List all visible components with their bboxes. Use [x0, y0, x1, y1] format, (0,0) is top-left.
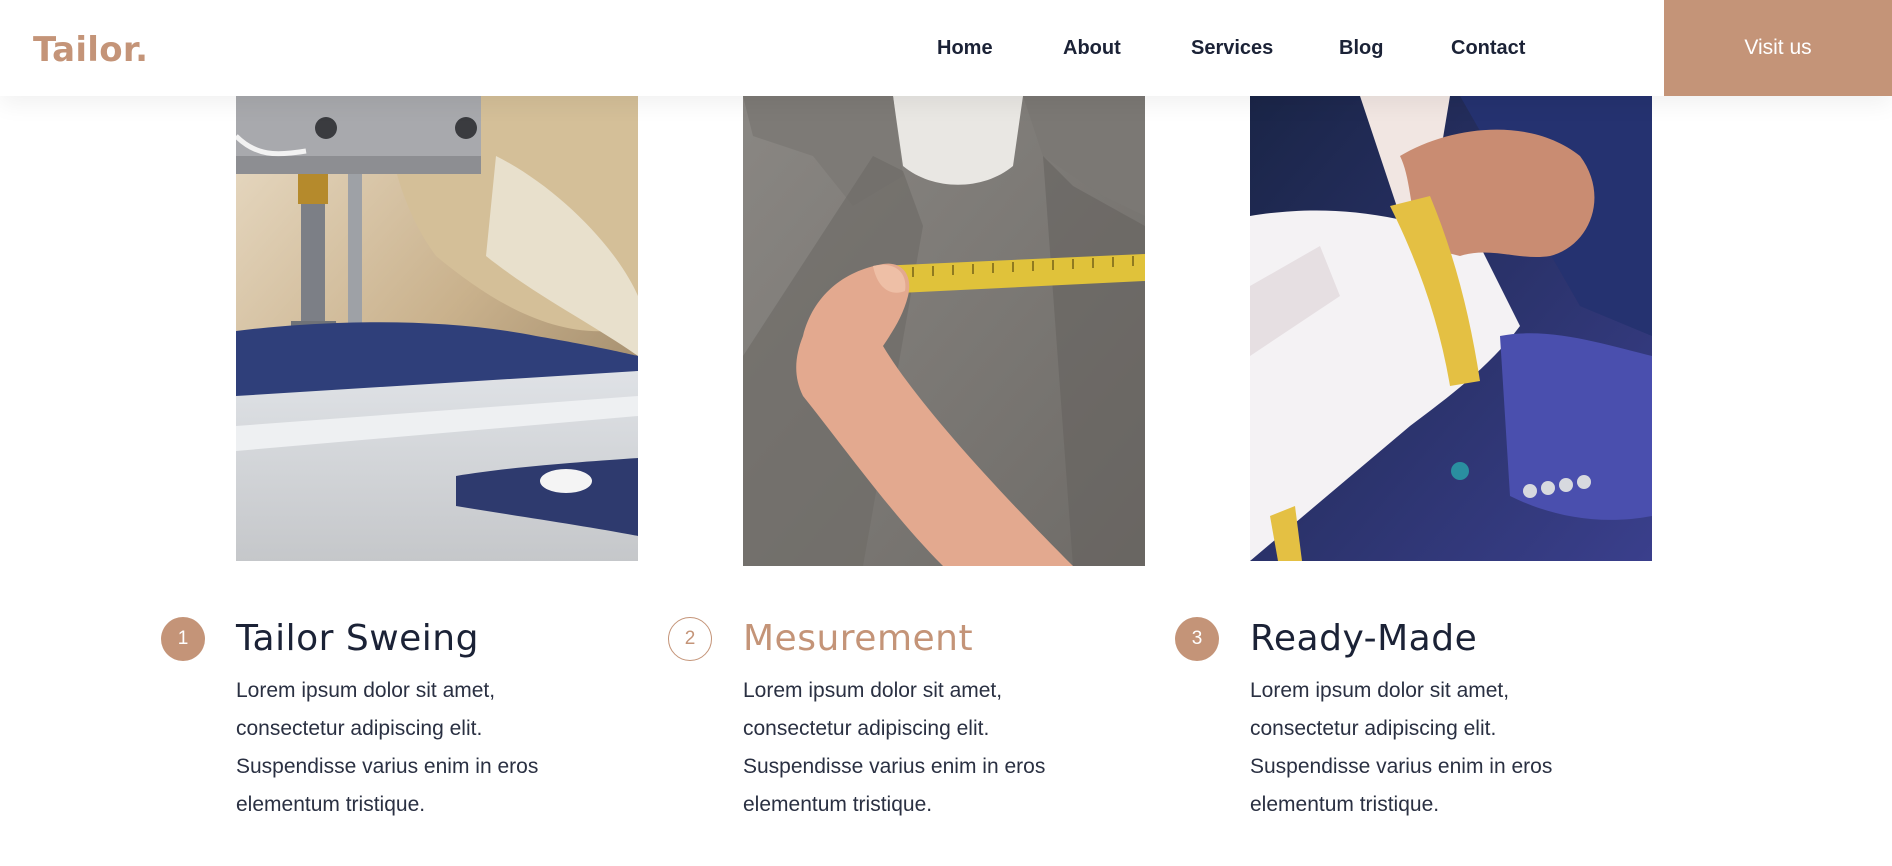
service-description-2: Lorem ipsum dolor sit amet, consectetur … — [743, 679, 1046, 816]
nav-item-blog[interactable]: Blog — [1339, 37, 1383, 60]
visit-us-button[interactable]: Visit us — [1664, 0, 1892, 96]
step-number-2: 2 — [668, 617, 712, 661]
brand-logo[interactable]: Tailor. — [33, 30, 148, 70]
nav-item-contact[interactable]: Contact — [1451, 37, 1525, 60]
sewing-machine-image — [236, 96, 638, 561]
service-title-measurement: Mesurement — [743, 618, 974, 659]
service-description-1: Lorem ipsum dolor sit amet, consectetur … — [236, 679, 539, 816]
nav-item-home[interactable]: Home — [937, 37, 993, 60]
sleeve-measurement-image — [1250, 96, 1652, 561]
service-title-tailor-sewing: Tailor Sweing — [236, 618, 479, 659]
service-description-3: Lorem ipsum dolor sit amet, consectetur … — [1250, 679, 1553, 816]
nav-item-about[interactable]: About — [1063, 37, 1121, 60]
site-header: Tailor. Home About Services Blog Contact… — [0, 0, 1892, 96]
measuring-tape-image — [743, 96, 1145, 566]
service-title-ready-made: Ready-Made — [1250, 618, 1478, 659]
nav-item-services[interactable]: Services — [1191, 37, 1273, 60]
step-number-3: 3 — [1175, 617, 1219, 661]
step-number-1: 1 — [161, 617, 205, 661]
